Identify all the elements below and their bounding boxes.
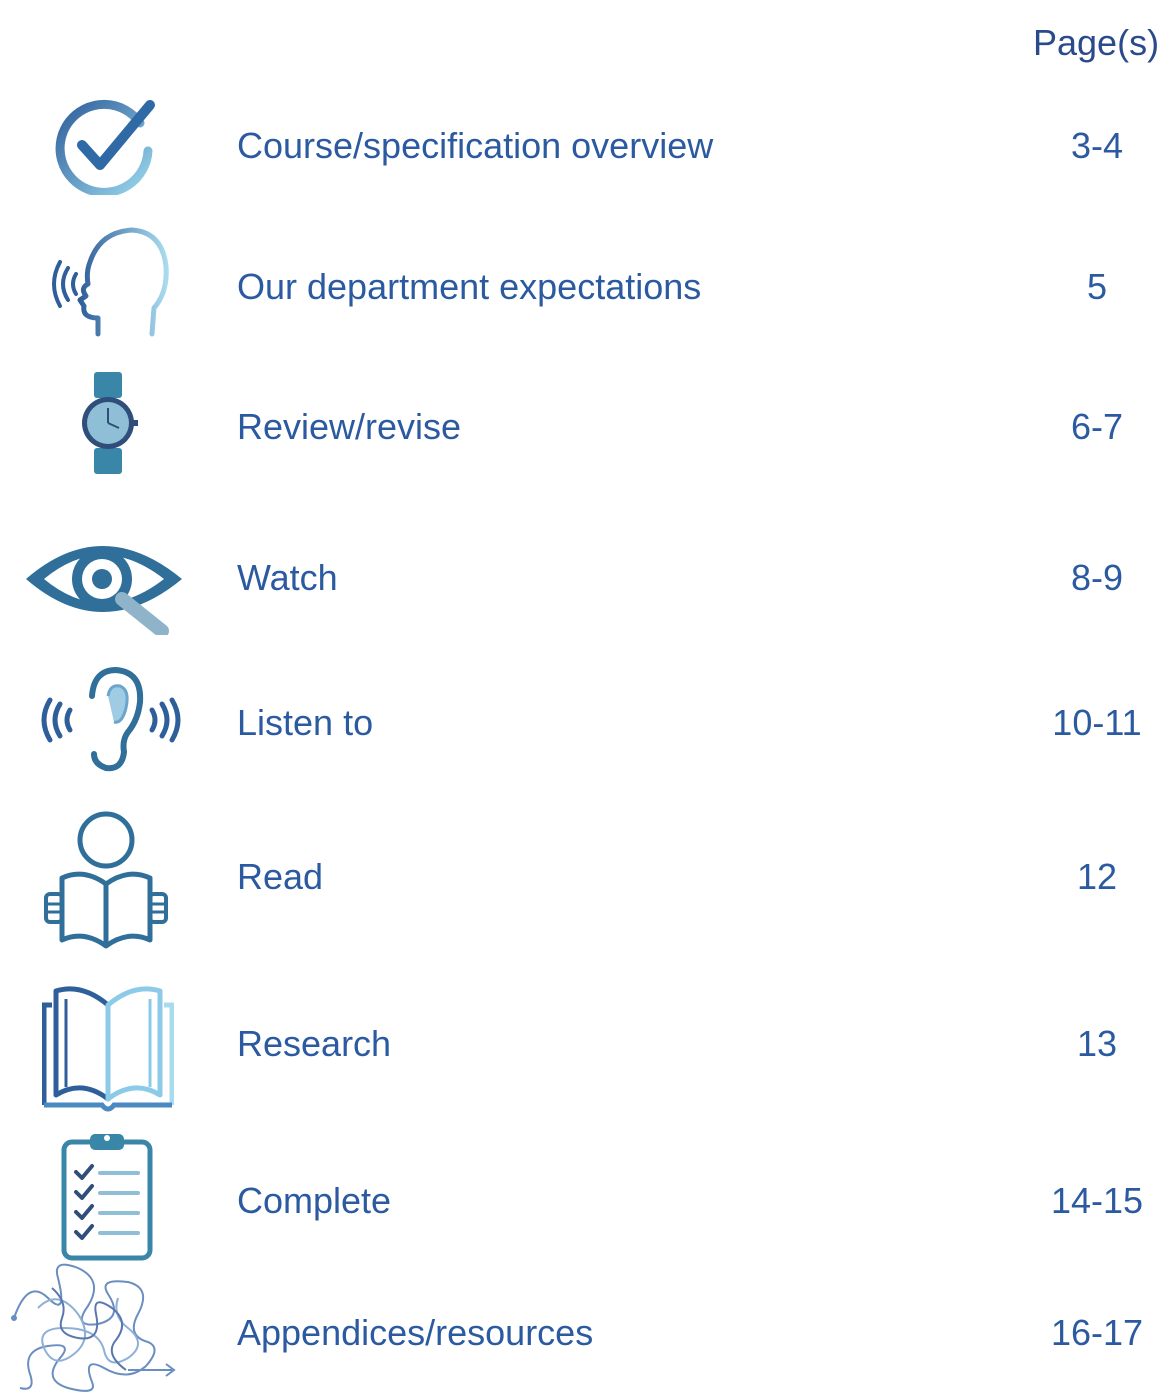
page-header: Page(s) — [1033, 22, 1160, 63]
toc-label: Our department expectations — [237, 266, 702, 307]
toc-page-number: 14-15 — [1050, 1180, 1144, 1221]
toc-page-number: 6-7 — [1070, 406, 1124, 447]
toc-entry-research[interactable]: Research 13 — [0, 975, 1166, 1115]
toc-entry-watch[interactable]: Watch 8-9 — [0, 527, 1166, 635]
toc-entry-complete[interactable]: Complete 14-15 — [0, 1132, 1166, 1262]
clipboard-checklist-icon — [61, 1134, 153, 1261]
toc-page-number: 13 — [1076, 1023, 1118, 1064]
speaking-head-icon — [52, 227, 169, 337]
toc-label: Appendices/resources — [237, 1312, 594, 1353]
wristwatch-icon — [82, 372, 138, 474]
toc-label: Read — [237, 856, 324, 897]
toc-entry-review-revise[interactable]: Review/revise 6-7 — [0, 370, 1166, 476]
toc-page-number: 10-11 — [1052, 702, 1142, 743]
toc-entry-appendices-resources[interactable]: Appendices/resources 16-17 — [0, 1258, 1166, 1396]
open-book-icon — [42, 986, 174, 1112]
toc-entry-course-overview[interactable]: Course/specification overview 3-4 — [0, 95, 1166, 195]
listening-ear-icon — [41, 666, 181, 772]
toc-entry-read[interactable]: Read 12 — [0, 806, 1166, 950]
toc-page-number: 5 — [1086, 266, 1108, 307]
eye-magnifier-icon — [26, 546, 182, 635]
toc-label: Watch — [237, 557, 338, 598]
toc-entry-department-expectations[interactable]: Our department expectations 5 — [0, 222, 1166, 337]
checkmark-circle-icon — [55, 99, 155, 195]
toc-page-number: 8-9 — [1070, 557, 1124, 598]
person-reading-icon — [44, 811, 168, 949]
tangled-path-icon — [11, 1263, 176, 1392]
toc-label: Research — [237, 1023, 392, 1064]
toc-label: Listen to — [237, 702, 374, 743]
toc-label: Complete — [237, 1180, 392, 1221]
toc-label: Review/revise — [237, 406, 462, 447]
toc-page-number: 16-17 — [1050, 1312, 1144, 1353]
toc-label: Course/specification overview — [237, 125, 714, 166]
toc-page-number: 12 — [1076, 856, 1118, 897]
toc-page-number: 3-4 — [1070, 125, 1124, 166]
toc-entry-listen-to[interactable]: Listen to 10-11 — [0, 666, 1166, 774]
